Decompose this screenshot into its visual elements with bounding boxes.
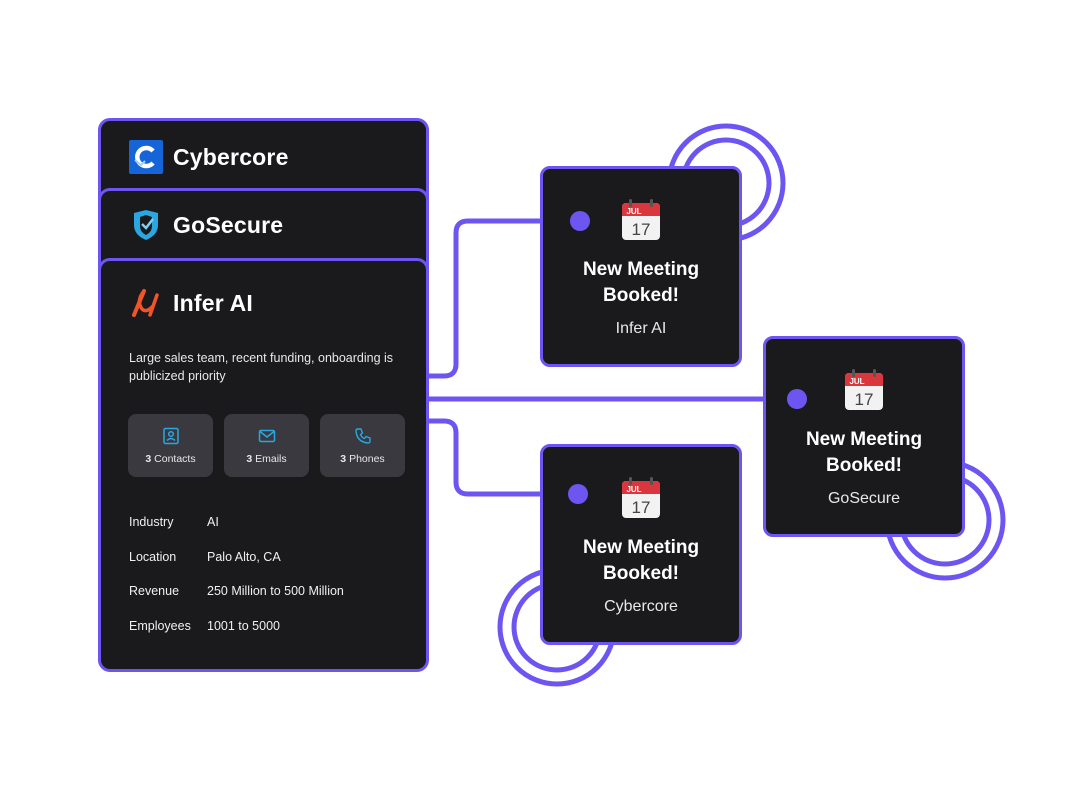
company-card-infer-ai[interactable]: Infer AI Large sales team, recent fundin… (98, 258, 429, 672)
detail-key: Revenue (129, 584, 180, 598)
company-description: Large sales team, recent funding, onboar… (129, 351, 394, 383)
gosecure-logo-icon (129, 208, 163, 242)
calendar-icon: JUL 17 (622, 199, 660, 240)
detail-value: 250 Million to 500 Million (207, 584, 344, 598)
emails-stat-button[interactable]: 3 Emails (224, 414, 309, 477)
meeting-title-line1: New Meeting (582, 537, 700, 558)
stats-row: 3 Contacts 3 Emails 3 Phones (128, 414, 405, 477)
calendar-day: 17 (632, 498, 651, 517)
company-name: GoSecure (173, 211, 284, 238)
calendar-month: JUL (626, 485, 641, 494)
contact-card-icon (162, 427, 179, 444)
calendar-icon: JUL 17 (622, 477, 660, 518)
calendar-day: 17 (855, 390, 874, 409)
phones-label: Phones (349, 452, 385, 465)
detail-row-location: Location Palo Alto, CA (129, 550, 344, 585)
cybercore-logo-icon (129, 140, 163, 174)
phones-stat-button[interactable]: 3 Phones (320, 414, 405, 477)
calendar-month: JUL (626, 207, 641, 216)
detail-row-revenue: Revenue 250 Million to 500 Million (129, 584, 344, 619)
meeting-title-line1: New Meeting (582, 259, 700, 280)
envelope-icon (258, 429, 275, 442)
meeting-title-line2: Booked! (603, 563, 679, 584)
meeting-title-line2: Booked! (603, 285, 679, 306)
company-name: Infer AI (173, 289, 253, 316)
meeting-title: New Meeting Booked! (766, 427, 962, 479)
contacts-stat-button[interactable]: 3 Contacts (128, 414, 213, 477)
meeting-card-infer-ai[interactable]: JUL 17 New Meeting Booked! Infer AI (540, 166, 742, 367)
meeting-card-gosecure[interactable]: JUL 17 New Meeting Booked! GoSecure (763, 336, 965, 537)
meeting-title: New Meeting Booked! (543, 257, 739, 309)
phone-icon (354, 427, 371, 444)
emails-label: Emails (255, 452, 287, 465)
calendar-month: JUL (849, 377, 864, 386)
infer-ai-logo-icon (129, 286, 163, 320)
meeting-card-cybercore[interactable]: JUL 17 New Meeting Booked! Cybercore (540, 444, 742, 645)
meeting-title-line1: New Meeting (805, 429, 923, 450)
detail-value: 1001 to 5000 (207, 618, 280, 633)
meeting-company: Infer AI (615, 320, 667, 337)
calendar-icon: JUL 17 (845, 369, 883, 410)
meeting-title: New Meeting Booked! (543, 535, 739, 587)
phones-count: 3 (340, 452, 347, 465)
calendar-day: 17 (632, 220, 651, 239)
detail-row-industry: Industry AI (129, 515, 344, 550)
detail-key: Location (129, 549, 177, 564)
contacts-label: Contacts (154, 452, 196, 465)
detail-row-employees: Employees 1001 to 5000 (129, 619, 344, 654)
detail-key: Industry (129, 515, 174, 529)
detail-value: AI (207, 515, 219, 529)
emails-count: 3 (246, 452, 253, 465)
detail-key: Employees (129, 618, 191, 633)
company-name: Cybercore (173, 143, 289, 170)
meeting-company: GoSecure (827, 490, 901, 507)
meeting-company: Cybercore (604, 598, 678, 615)
contacts-count: 3 (145, 452, 152, 465)
detail-value: Palo Alto, CA (207, 549, 281, 564)
meeting-title-line2: Booked! (826, 455, 902, 476)
company-details: Industry AI Location Palo Alto, CA Reven… (129, 515, 344, 653)
